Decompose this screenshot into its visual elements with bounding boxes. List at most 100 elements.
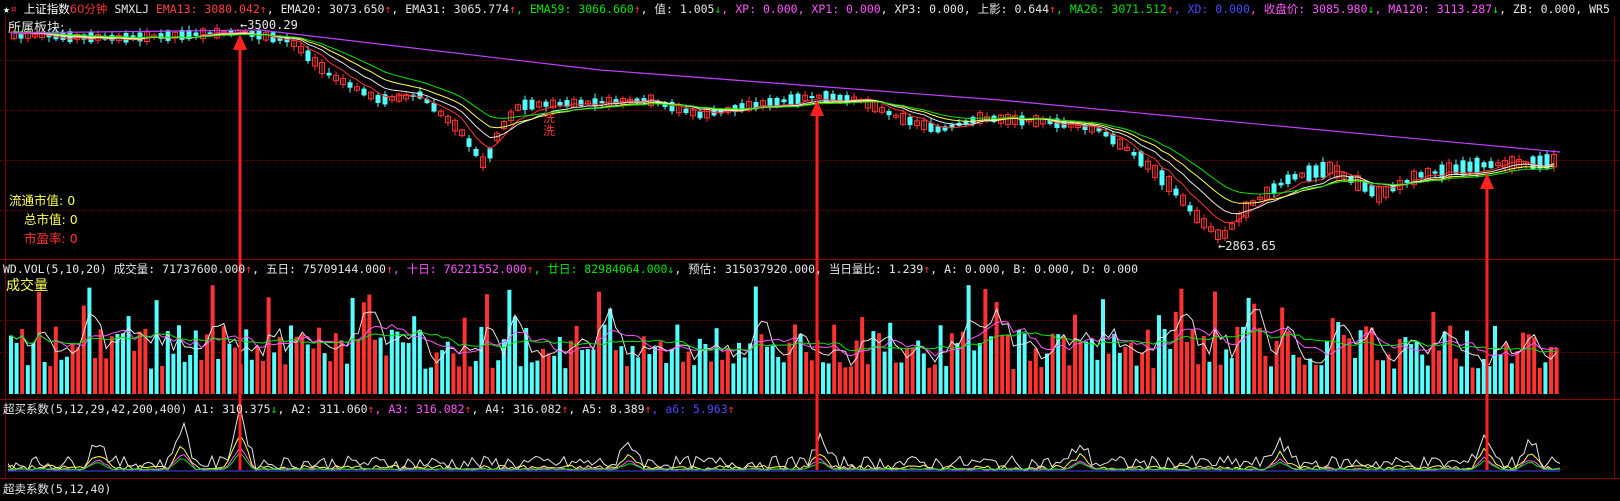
volume-bar bbox=[1381, 360, 1385, 394]
volume-bar bbox=[1017, 329, 1021, 394]
candle-body bbox=[165, 30, 171, 41]
volume-bar bbox=[1229, 358, 1234, 394]
indicator-item: , 廿日: 82984064.000 bbox=[533, 262, 668, 276]
volume-bar bbox=[1291, 354, 1296, 394]
volume-bar bbox=[1498, 354, 1503, 394]
candle-body bbox=[1131, 151, 1137, 156]
volume-bar bbox=[356, 339, 361, 394]
volume-bar bbox=[160, 365, 165, 394]
volume-bar bbox=[916, 340, 921, 394]
volume-bar bbox=[1246, 297, 1251, 394]
volume-bar bbox=[843, 367, 848, 394]
volume-bar bbox=[871, 331, 876, 394]
volume-bar bbox=[104, 358, 109, 394]
volume-bar bbox=[720, 359, 725, 394]
oversold-header[interactable]: 超卖系数(5,12,40) bbox=[0, 481, 111, 497]
volume-bar bbox=[412, 316, 417, 394]
volume-bar bbox=[1151, 368, 1156, 394]
indicator-item: , 当日量比: 1.239 bbox=[815, 262, 924, 276]
volume-bar bbox=[1168, 348, 1173, 394]
volume-bar bbox=[1073, 314, 1077, 394]
volume-bar bbox=[289, 325, 293, 394]
indicator-item: , a6: 5.963 bbox=[651, 402, 728, 416]
volume-formula[interactable]: WD.VOL(5,10,20) bbox=[3, 262, 107, 276]
volume-bar bbox=[1465, 330, 1469, 394]
volume-bar bbox=[378, 337, 383, 394]
volume-bar bbox=[1224, 349, 1229, 394]
volume-bar bbox=[457, 366, 461, 394]
candle-body bbox=[1159, 170, 1165, 186]
volume-bar bbox=[529, 362, 534, 394]
volume-bar bbox=[1549, 346, 1553, 394]
volume-bar bbox=[1173, 311, 1178, 394]
volume-bar bbox=[837, 362, 842, 394]
volume-bar bbox=[199, 359, 204, 394]
volume-bar bbox=[619, 346, 624, 394]
volume-bar bbox=[759, 334, 764, 394]
volume-bar bbox=[48, 366, 53, 394]
candle-body bbox=[1278, 182, 1284, 186]
volume-bar bbox=[1162, 328, 1167, 394]
low-price-label: ←2863.65 bbox=[1218, 239, 1276, 253]
kline-chart[interactable] bbox=[0, 0, 1620, 501]
candle-body bbox=[809, 96, 815, 99]
volume-ma20-line bbox=[10, 329, 1557, 353]
volume-bar bbox=[384, 355, 389, 394]
volume-bar bbox=[557, 336, 562, 394]
volume-bar bbox=[345, 363, 349, 394]
volume-bar bbox=[305, 344, 310, 394]
candle-body bbox=[753, 101, 759, 108]
volume-bar bbox=[563, 368, 568, 394]
volume-bar bbox=[1028, 360, 1033, 394]
volume-bar bbox=[1504, 343, 1509, 394]
volume-bar bbox=[1509, 363, 1514, 394]
candle-body bbox=[1362, 182, 1368, 192]
volume-values: 成交量: 71737600.000↑, 五日: 75709144.000↑, 十… bbox=[114, 262, 1138, 276]
volume-bar bbox=[1353, 357, 1357, 394]
candle-body bbox=[529, 99, 535, 110]
volume-bar bbox=[261, 360, 265, 394]
volume-bar bbox=[165, 331, 170, 394]
volume-bar bbox=[714, 328, 719, 394]
candle-body bbox=[326, 72, 332, 76]
volume-bar bbox=[697, 338, 702, 394]
volume-bar bbox=[1325, 340, 1329, 394]
candle-body bbox=[473, 148, 479, 156]
volume-bar bbox=[244, 329, 249, 394]
volume-bar bbox=[552, 355, 557, 394]
volume-bar bbox=[434, 352, 439, 394]
candle-body bbox=[1187, 205, 1193, 212]
volume-bar bbox=[423, 368, 428, 394]
volume-bar bbox=[793, 324, 797, 394]
ema13-line bbox=[13, 31, 1555, 224]
volume-bar bbox=[574, 325, 579, 394]
volume-bar bbox=[585, 349, 590, 394]
volume-bar bbox=[1061, 335, 1066, 394]
volume-bar bbox=[1470, 367, 1475, 394]
volume-bar bbox=[468, 366, 473, 394]
volume-bar bbox=[1537, 367, 1542, 394]
volume-ma10-line bbox=[10, 321, 1557, 357]
candle-body bbox=[795, 93, 801, 105]
oscillator-header: 超买系数(5,12,29,42,200,400) A1: 310.375↓, A… bbox=[0, 401, 735, 417]
volume-bar bbox=[669, 348, 674, 394]
volume-bar bbox=[473, 360, 478, 394]
volume-bar bbox=[76, 347, 81, 394]
candle-body bbox=[599, 101, 605, 104]
oscillator-formula[interactable]: 超买系数(5,12,29,42,200,400) bbox=[3, 402, 187, 416]
up-arrow-icon: ↑ bbox=[644, 402, 652, 416]
candle-body bbox=[1138, 151, 1144, 167]
volume-bar bbox=[417, 330, 422, 394]
volume-bar bbox=[221, 326, 226, 394]
candle-body bbox=[361, 88, 367, 96]
candle-body bbox=[305, 50, 311, 62]
volume-bar bbox=[933, 364, 937, 394]
volume-bar bbox=[1089, 338, 1094, 394]
volume-bar bbox=[1067, 365, 1072, 394]
volume-bar bbox=[233, 347, 237, 394]
volume-ma-lines bbox=[10, 306, 1557, 367]
volume-bar bbox=[87, 287, 92, 394]
volume-bar bbox=[591, 349, 596, 394]
volume-bar bbox=[93, 358, 97, 394]
candle-body bbox=[1019, 115, 1025, 126]
